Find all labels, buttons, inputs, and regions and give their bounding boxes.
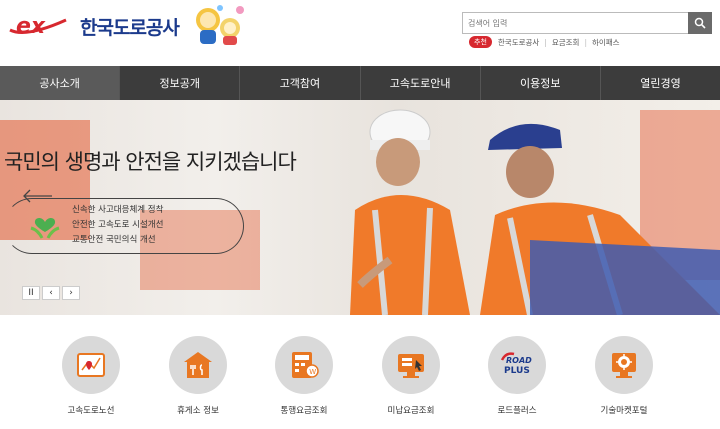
search-button[interactable] (688, 12, 712, 34)
quick-menu-label: 로드플러스 (497, 406, 537, 416)
banner-title: 국민의 생명과 안전을 지키겠습니다 (4, 150, 297, 174)
quick-menu-item-tech-market[interactable]: 기술마켓포털 (574, 336, 674, 416)
map-pin-icon (77, 353, 105, 377)
quick-menu-item-route[interactable]: 고속도로노선 (41, 336, 141, 416)
site-header: ex 한국도로공사 추천 한국도로공사 | 요금조회 | 하이패스 (0, 0, 720, 66)
quick-menu-label: 휴게소 정보 (177, 406, 219, 416)
svg-text:W: W (309, 368, 316, 376)
divider: | (584, 37, 587, 47)
unpaid-fee-icon (398, 354, 424, 378)
quick-menu-label: 고속도로노선 (67, 406, 115, 416)
tech-market-icon (612, 353, 636, 378)
quick-menu-item-toll[interactable]: W 통행요금조회 (254, 336, 354, 416)
quick-link-hipass[interactable]: 하이패스 (592, 37, 620, 48)
arrow-left-icon (23, 189, 52, 203)
mascot-icon (196, 5, 244, 45)
ex-logo-mark: ex (6, 12, 70, 40)
quick-menu-item-rest-area[interactable]: 휴게소 정보 (148, 336, 248, 416)
divider: | (544, 37, 547, 47)
nav-item-disclosure[interactable]: 정보공개 (120, 66, 241, 100)
quick-menu: 고속도로노선 휴게소 정보 W 통행요금조회 미납요금조회 ROAD PLUS … (0, 330, 720, 429)
svg-text:ROAD: ROAD (506, 356, 532, 365)
prev-button[interactable]: ‹ (42, 286, 60, 300)
banner-line: 안전한 고속도로 시설개선 (72, 220, 164, 230)
nav-item-about[interactable]: 공사소개 (0, 66, 121, 100)
nav-item-usage[interactable]: 이용정보 (481, 66, 601, 100)
nav-item-expressway[interactable]: 고속도로안내 (361, 66, 481, 100)
banner-lines: 신속한 사고대응체계 정착 안전한 고속도로 시설개선 교통안전 국민의식 개선 (72, 203, 163, 248)
quick-menu-circle (382, 336, 440, 394)
banner-line: 교통안전 국민의식 개선 (72, 235, 156, 245)
logo-text: 한국도로공사 (80, 16, 180, 39)
svg-text:ex: ex (16, 14, 46, 39)
recommend-badge: 추천 (469, 36, 492, 48)
nav-item-management[interactable]: 열린경영 (601, 66, 720, 100)
nav-item-participation[interactable]: 고객참여 (240, 66, 361, 100)
quick-menu-label: 미납요금조회 (387, 406, 435, 416)
heart-hands-icon (30, 217, 60, 239)
quick-menu-label: 기술마켓포털 (600, 406, 648, 416)
main-banner[interactable]: 국민의 생명과 안전을 지키겠습니다 신속한 사고대응체계 정착 안전한 고속도… (0, 100, 720, 315)
banner-line: 신속한 사고대응체계 정착 (72, 205, 164, 215)
quick-menu-label: 통행요금조회 (280, 406, 328, 416)
recommended-links: 추천 한국도로공사 | 요금조회 | 하이패스 (469, 36, 620, 48)
quick-link-ex[interactable]: 한국도로공사 (498, 37, 539, 48)
pause-button[interactable]: II (22, 286, 40, 300)
road-plus-icon: ROAD PLUS (500, 352, 532, 376)
logo[interactable]: ex 한국도로공사 (6, 8, 180, 44)
next-button[interactable]: › (62, 286, 80, 300)
quick-menu-circle (595, 336, 653, 394)
search-icon (694, 17, 706, 29)
quick-menu-circle (62, 336, 120, 394)
quick-link-toll[interactable]: 요금조회 (552, 37, 580, 48)
quick-menu-circle: W (275, 336, 333, 394)
search-input[interactable] (463, 13, 687, 33)
quick-menu-item-unpaid[interactable]: 미납요금조회 (361, 336, 461, 416)
workers-photo (350, 109, 720, 315)
rest-area-icon (184, 352, 212, 378)
banner-controls: II ‹ › (22, 286, 80, 300)
search-box (462, 12, 712, 34)
toll-calculator-icon: W (292, 352, 319, 378)
svg-text:PLUS: PLUS (504, 366, 530, 376)
quick-menu-circle (169, 336, 227, 394)
quick-menu-item-road-plus[interactable]: ROAD PLUS 로드플러스 (467, 336, 567, 416)
quick-menu-circle: ROAD PLUS (488, 336, 546, 394)
main-nav: 공사소개 정보공개 고객참여 고속도로안내 이용정보 열린경영 (0, 66, 720, 100)
